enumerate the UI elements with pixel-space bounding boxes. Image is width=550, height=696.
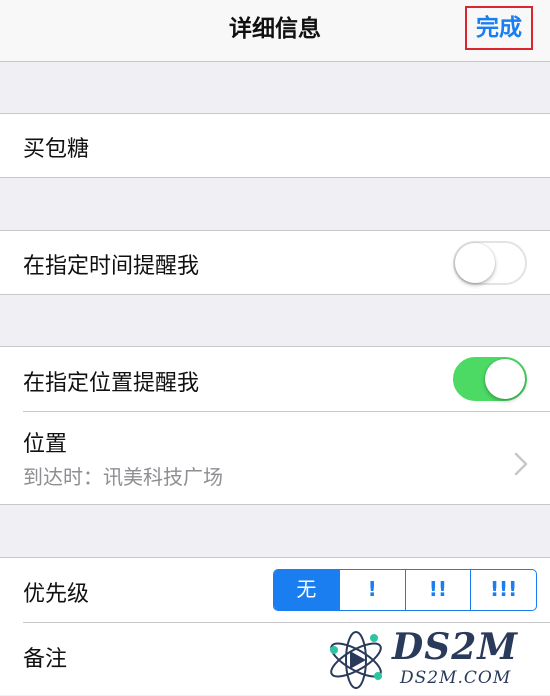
location-label: 位置 xyxy=(23,432,68,457)
watermark-brand: DS2M xyxy=(392,626,519,668)
toggle-knob xyxy=(455,243,495,283)
remind-time-row: 在指定时间提醒我 xyxy=(0,230,550,295)
chevron-right-icon xyxy=(514,452,528,476)
navigation-bar: 详细信息 完成 xyxy=(0,0,550,62)
done-button[interactable]: 完成 xyxy=(465,6,533,50)
task-title: 买包糖 xyxy=(23,137,90,162)
priority-option-low[interactable]: ! xyxy=(338,570,405,610)
priority-option-none[interactable]: 无 xyxy=(274,570,339,610)
notes-label: 备注 xyxy=(23,647,68,672)
priority-option-medium[interactable]: !! xyxy=(404,570,471,610)
remind-time-toggle[interactable] xyxy=(453,241,527,285)
priority-label: 优先级 xyxy=(23,582,90,607)
remind-location-toggle[interactable] xyxy=(453,357,527,401)
remind-location-group: 在指定位置提醒我 位置 到达时：讯美科技广场 xyxy=(0,346,550,505)
priority-option-high[interactable]: !!! xyxy=(470,570,536,610)
atom-logo-icon xyxy=(330,631,382,689)
remind-location-label: 在指定位置提醒我 xyxy=(23,371,200,396)
location-value: 到达时：讯美科技广场 xyxy=(23,465,223,489)
location-row[interactable]: 位置 到达时：讯美科技广场 xyxy=(0,412,550,506)
remind-time-label: 在指定时间提醒我 xyxy=(23,254,200,279)
toggle-knob xyxy=(485,359,525,399)
priority-segmented-control: 无 ! !! !!! xyxy=(273,569,537,611)
watermark-domain: DS2M.COM xyxy=(400,668,512,688)
watermark: DS2M DS2M.COM xyxy=(322,624,544,694)
task-title-row[interactable]: 买包糖 xyxy=(0,113,550,178)
